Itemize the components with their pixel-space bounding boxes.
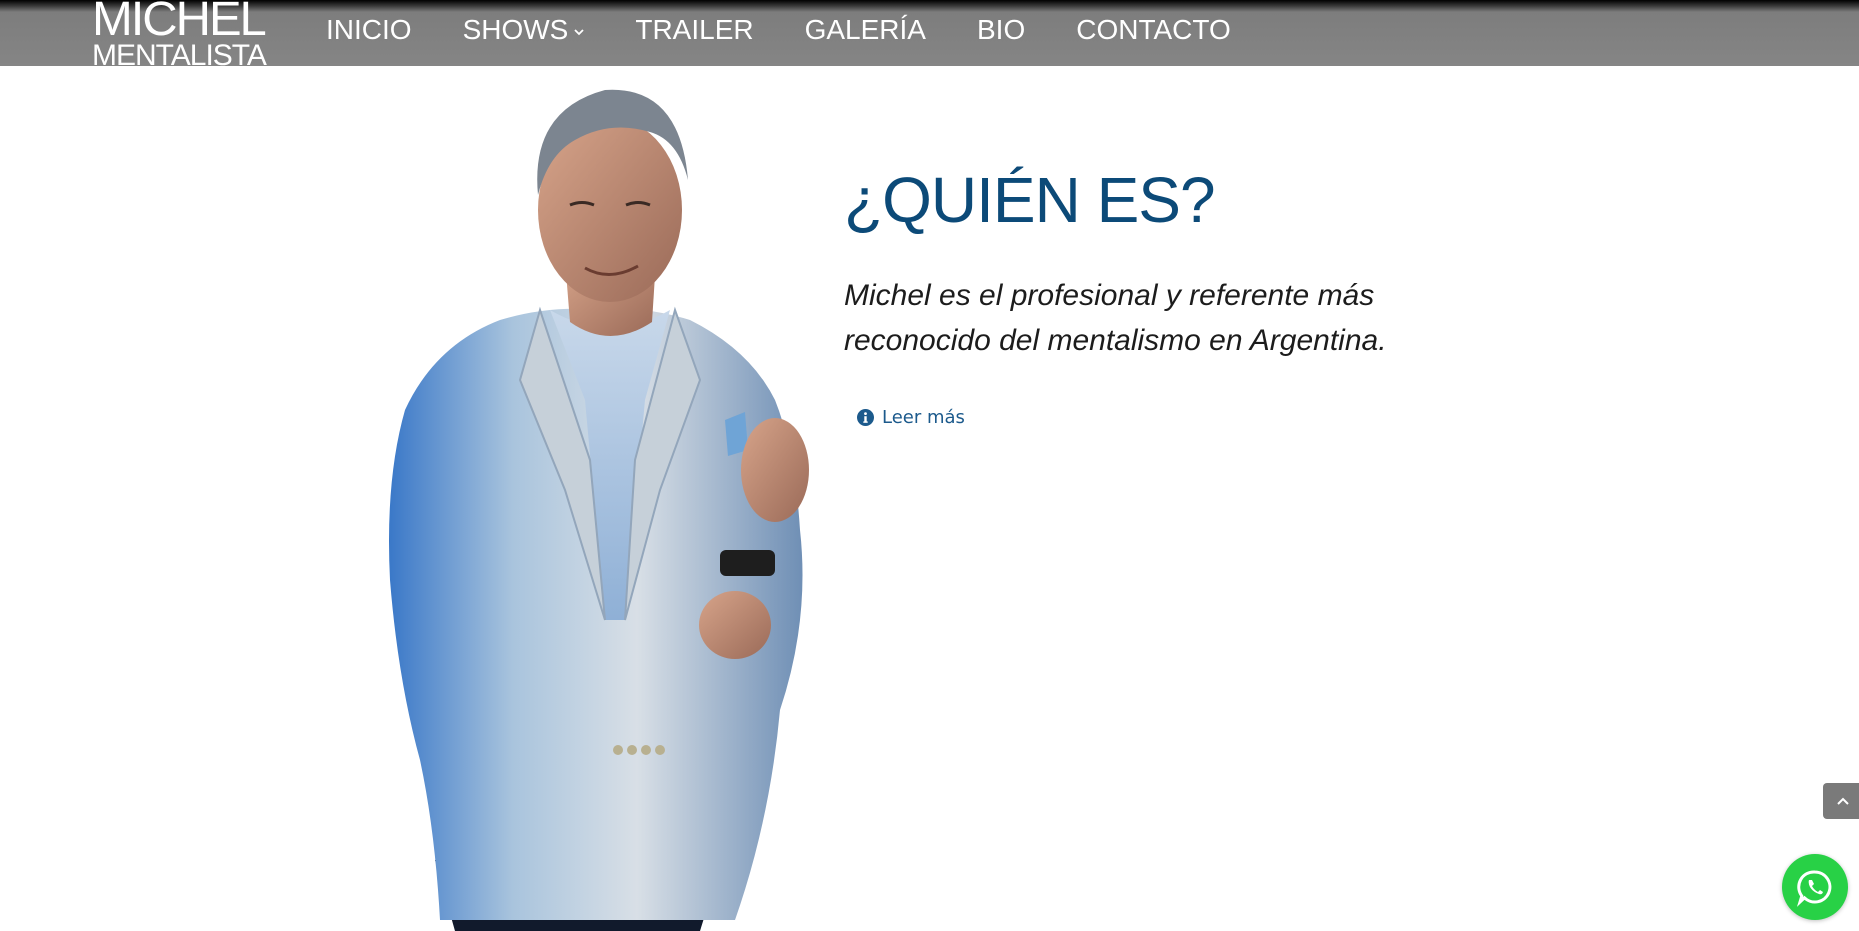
michel-portrait-photo xyxy=(389,89,809,931)
nav-item-shows-label: SHOWS xyxy=(462,14,569,45)
info-circle-icon xyxy=(857,409,874,426)
main-nav: INICIO SHOWS TRAILER GALERÍA BIO CONTACT… xyxy=(326,0,1282,60)
read-more-link[interactable]: Leer más xyxy=(857,407,965,428)
nav-item-shows[interactable]: SHOWS xyxy=(463,14,585,46)
chevron-down-icon xyxy=(574,28,584,35)
logo-line-1: MICHEL xyxy=(92,0,267,46)
nav-item-contacto[interactable]: CONTACTO xyxy=(1076,14,1231,46)
whatsapp-button[interactable] xyxy=(1782,854,1848,920)
nav-item-galeria[interactable]: GALERÍA xyxy=(805,14,926,46)
intro-paragraph: Michel es el profesional y referente más… xyxy=(844,279,1387,357)
nav-item-inicio[interactable]: INICIO xyxy=(326,14,412,46)
scroll-to-top-button[interactable] xyxy=(1823,783,1859,819)
nav-item-trailer[interactable]: TRAILER xyxy=(635,14,753,46)
site-header: MICHEL MENTALISTA INICIO SHOWS TRAILER G… xyxy=(0,0,1859,71)
site-logo[interactable]: MICHEL MENTALISTA xyxy=(92,0,267,71)
section-title: ¿QUIÉN ES? xyxy=(844,164,1216,236)
nav-item-bio[interactable]: BIO xyxy=(977,14,1025,46)
chevron-up-icon xyxy=(1837,797,1849,805)
whatsapp-icon xyxy=(1796,870,1832,907)
read-more-label: Leer más xyxy=(882,407,965,428)
